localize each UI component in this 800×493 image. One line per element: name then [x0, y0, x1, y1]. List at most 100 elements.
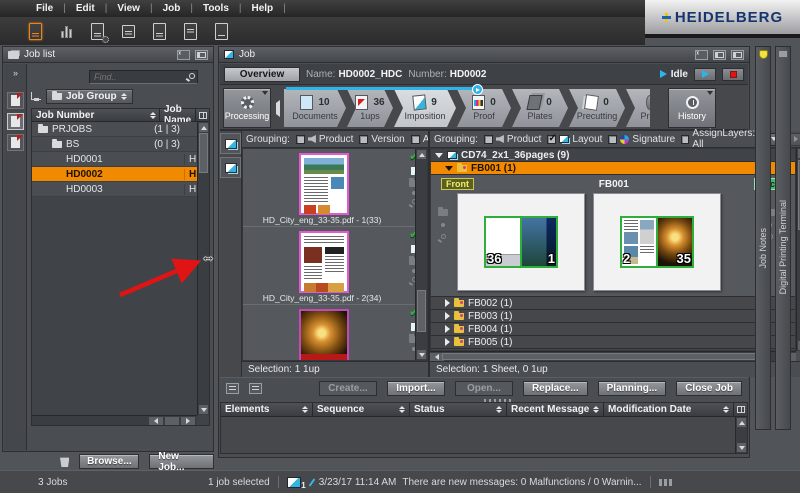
dropdown-icon[interactable] [707, 91, 713, 95]
step-1ups[interactable]: 36 1ups [347, 89, 393, 127]
expand-strip-icon[interactable]: » [13, 68, 17, 78]
sheet-group-row-fb004[interactable]: FB004 (1) [431, 323, 795, 336]
scrollbar-thumb[interactable] [442, 353, 756, 360]
collapse-panel-icon[interactable] [695, 50, 708, 60]
assign-layers-checkbox[interactable]: AssignLayers: All [681, 128, 759, 150]
menu-view[interactable]: View [111, 3, 146, 14]
step-precutting[interactable]: 0 Precutting [569, 89, 625, 127]
imposition-horizontal-scrollbar[interactable] [430, 351, 796, 361]
oneup-list-view-button[interactable] [220, 133, 241, 154]
scroll-up-icon[interactable] [417, 150, 426, 159]
scroll-down-icon[interactable] [417, 350, 426, 359]
page-thumbnail[interactable] [299, 309, 349, 361]
planning-button[interactable]: Planning... [598, 381, 667, 396]
column-job-name[interactable]: Job Name [160, 109, 196, 121]
scroll-left-icon[interactable] [149, 417, 163, 425]
job-archive-icon[interactable] [212, 21, 230, 41]
front-badge[interactable]: Front [441, 178, 474, 190]
column-sequence[interactable]: Sequence [313, 403, 410, 416]
float-panel-icon[interactable] [713, 50, 726, 60]
sheet-group-fb001-selected[interactable]: FB001 (1) [431, 162, 795, 175]
sheet-page-1[interactable]: 1 [521, 217, 557, 267]
oneup-assign-view-button[interactable] [220, 157, 241, 178]
step-press[interactable]: Press [626, 89, 650, 127]
stop-processing-button[interactable] [722, 68, 744, 81]
scroll-down-icon[interactable] [199, 405, 208, 414]
element-list-view-icon[interactable] [226, 383, 239, 394]
new-job-icon[interactable] [26, 21, 44, 41]
back-sheet-preview[interactable]: 2 35 [593, 193, 721, 291]
oneup-item-page33[interactable]: ✔ HD_City_eng_33-35.pdf - 1(33) [243, 149, 427, 227]
table-row-hd0001[interactable]: HD0001 HD0001_HDC [32, 152, 197, 167]
menu-help[interactable]: Help [246, 3, 280, 14]
job-statistics-icon[interactable] [57, 21, 75, 41]
create-button[interactable]: Create... [319, 381, 377, 396]
step-proof[interactable]: 0 Proof [457, 89, 511, 127]
sort-icon[interactable] [723, 406, 729, 413]
column-job-number[interactable]: Job Number [32, 109, 160, 121]
menu-job[interactable]: Job [157, 3, 187, 14]
dropdown-icon[interactable] [262, 91, 268, 95]
sheet-group-row-fb003[interactable]: FB003 (1) [431, 310, 795, 323]
tab-job-notes[interactable]: Job Notes [755, 46, 771, 430]
search-icon[interactable] [189, 73, 195, 79]
tab-overview[interactable]: Overview [224, 67, 300, 82]
sheet-page-2[interactable]: 2 [621, 217, 657, 267]
front-sheet-preview[interactable]: 36 1 [457, 193, 585, 291]
sheet-page-36[interactable]: 36 [485, 217, 521, 267]
sort-icon[interactable] [593, 406, 599, 413]
tree-structure-icon[interactable] [31, 92, 41, 100]
job-filter-all-button[interactable] [7, 92, 24, 109]
collapse-panel-icon[interactable] [177, 50, 190, 60]
job-filter-archive-button[interactable] [7, 134, 24, 151]
steps-scroll-left-icon[interactable] [276, 103, 280, 114]
layout-root-row[interactable]: CD74_2x1_36pages (9) [431, 149, 795, 162]
expand-icon[interactable] [445, 299, 450, 307]
expand-icon[interactable] [445, 325, 450, 333]
import-job-icon[interactable] [150, 21, 168, 41]
close-job-button[interactable]: Close Job [676, 381, 742, 396]
scrollbar-thumb[interactable] [417, 290, 426, 332]
find-input[interactable] [89, 70, 198, 84]
table-row-bs[interactable]: BS (0 | 3) [32, 137, 197, 152]
scrollbar-thumb[interactable] [199, 133, 208, 173]
grouping-signature-checkbox[interactable]: Signature [608, 134, 675, 145]
job-filter-active-button[interactable] [7, 113, 24, 130]
collapse-icon[interactable] [445, 166, 453, 171]
job-table-horizontal-scrollbar[interactable] [32, 415, 197, 425]
menu-file[interactable]: File [30, 3, 59, 14]
processing-button[interactable]: Processing [223, 88, 271, 128]
step-documents[interactable]: 10 Documents [284, 89, 346, 127]
new-job-button[interactable]: New Job... [149, 454, 214, 469]
open-button[interactable]: Open... [455, 381, 513, 396]
scrollbar-thumb[interactable] [165, 417, 179, 425]
job-group-selector[interactable]: Job Group [46, 89, 133, 104]
sort-icon[interactable] [150, 112, 156, 119]
scroll-up-icon[interactable] [737, 418, 746, 427]
scroll-up-icon[interactable] [199, 123, 208, 132]
printer-notify-icon[interactable]: 1 [287, 477, 301, 488]
column-recent-message[interactable]: Recent Message [507, 403, 604, 416]
job-report-icon[interactable] [181, 21, 199, 41]
import-button[interactable]: Import... [387, 381, 445, 396]
sort-icon[interactable] [302, 406, 308, 413]
column-modification-date[interactable]: Modification Date [604, 403, 734, 416]
printer-icon[interactable] [119, 21, 137, 41]
column-config-button[interactable] [734, 403, 747, 416]
history-button[interactable]: History [668, 88, 716, 128]
replace-button[interactable]: Replace... [523, 381, 588, 396]
page-thumbnail[interactable] [299, 153, 349, 215]
oneup-list-scrollbar[interactable] [415, 149, 427, 360]
grouping-layout-checkbox[interactable]: Layout [547, 134, 602, 145]
expand-icon[interactable] [445, 338, 450, 346]
expand-icon[interactable] [445, 312, 450, 320]
scroll-down-icon[interactable] [737, 443, 746, 452]
collapse-icon[interactable] [435, 153, 443, 158]
page-thumbnail[interactable] [299, 231, 349, 293]
message-table-scrollbar[interactable] [735, 417, 747, 453]
detach-panel-icon[interactable] [731, 50, 744, 60]
sheet-group-row-fb002[interactable]: FB002 (1) [431, 297, 795, 310]
column-config-button[interactable] [196, 109, 209, 121]
imposition-tree-scrollbar[interactable] [796, 148, 800, 351]
scroll-right-icon[interactable] [181, 417, 195, 425]
